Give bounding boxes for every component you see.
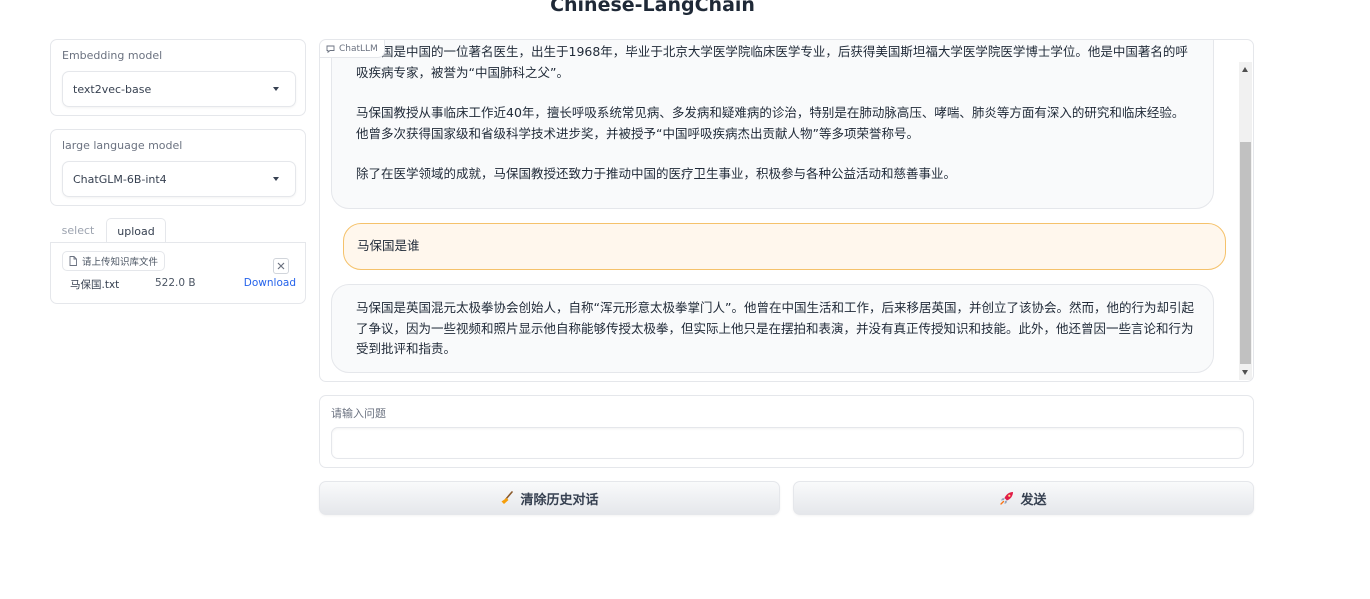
file-row: 马保国.txt 522.0 B Download [70, 277, 296, 293]
send-label: 发送 [1020, 492, 1047, 508]
message-paragraph: 马保国是中国的一位著名医生，出生于1968年，毕业于北京大学医学院临床医学专业，… [356, 44, 1188, 80]
question-label: 请输入问题 [331, 407, 386, 420]
embedding-model-dropdown[interactable]: text2vec-base [62, 71, 296, 107]
embedding-model-panel: Embedding model text2vec-base [50, 39, 306, 116]
bot-message: 马保国是中国的一位著名医生，出生于1968年，毕业于北京大学医学院临床医学专业，… [331, 40, 1214, 209]
llm-label: large language model [62, 139, 183, 152]
close-button[interactable] [273, 258, 289, 274]
chatbot-tag-label: ChatLLM [339, 43, 378, 54]
llm-value: ChatGLM-6B-int4 [73, 172, 167, 186]
message-paragraph: 马保国教授从事临床工作近40年，擅长呼吸系统常见病、多发病和疑难病的诊治，特别是… [356, 105, 1185, 141]
file-name: 马保国.txt [70, 279, 120, 291]
close-icon [277, 262, 285, 270]
message-paragraph: 除了在医学领域的成就，马保国教授还致力于推动中国的医疗卫生事业，积极参与各种公益… [356, 166, 957, 181]
llm-dropdown[interactable]: ChatGLM-6B-int4 [62, 161, 296, 197]
scrollbar-thumb[interactable] [1240, 142, 1251, 364]
rocket-icon [1000, 492, 1014, 505]
chatbot-tag: ChatLLM [320, 40, 385, 58]
upload-prompt: 请上传知识库文件 [82, 257, 159, 268]
chevron-down-icon [273, 87, 279, 91]
scroll-up-icon[interactable] [1242, 67, 1248, 72]
clear-history-button[interactable]: 清除历史对话 [319, 481, 780, 515]
scroll-down-icon[interactable] [1242, 370, 1248, 375]
download-link[interactable]: Download [244, 277, 296, 289]
upload-file-label[interactable]: 请上传知识库文件 [62, 251, 166, 271]
tab-upload[interactable]: upload [106, 218, 166, 244]
message-text: 马保国是英国混元太极拳协会创始人，自称“浑元形意太极拳掌门人”。他曾在中国生活和… [356, 300, 1194, 356]
chatbot-panel: ChatLLM 马保国是中国的一位著名医生，出生于1968年，毕业于北京大学医学… [319, 39, 1254, 382]
tab-select[interactable]: select [54, 218, 102, 243]
question-panel: 请输入问题 [319, 395, 1254, 468]
question-input[interactable] [331, 427, 1244, 459]
upload-panel: 请上传知识库文件 马保国.txt 522.0 B Download [50, 242, 306, 304]
broom-icon [501, 491, 514, 504]
file-size: 522.0 B [155, 277, 196, 289]
embedding-model-label: Embedding model [62, 49, 163, 62]
file-icon [69, 256, 77, 266]
message-text: 马保国是谁 [357, 238, 420, 253]
chat-scrollbar[interactable] [1239, 62, 1252, 380]
send-button[interactable]: 发送 [793, 481, 1254, 515]
chevron-down-icon [273, 177, 279, 181]
embedding-model-value: text2vec-base [73, 82, 152, 96]
app-title: Chinese-LangChain [550, 0, 755, 16]
clear-history-label: 清除历史对话 [520, 492, 599, 508]
bot-message: 马保国是英国混元太极拳协会创始人，自称“浑元形意太极拳掌门人”。他曾在中国生活和… [331, 284, 1214, 373]
user-message: 马保国是谁 [343, 223, 1226, 270]
chat-bubble-icon [326, 45, 335, 53]
knowledge-tabs: select upload [50, 218, 306, 244]
llm-panel: large language model ChatGLM-6B-int4 [50, 129, 306, 206]
